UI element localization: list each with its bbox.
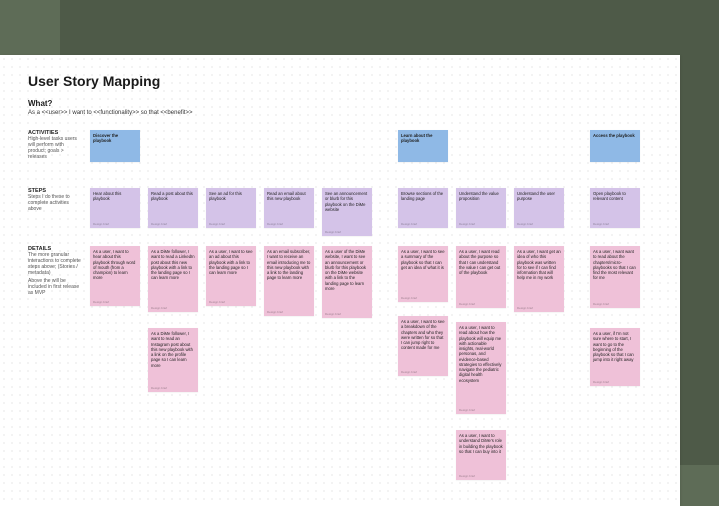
detail-card[interactable]: As a user, I want to understand DiMe's r… bbox=[456, 430, 506, 480]
detail-card[interactable]: As a user, I want to see a breakdown of … bbox=[398, 316, 448, 376]
detail-card[interactable]: As a user, I want read about the purpose… bbox=[456, 246, 506, 308]
step-card[interactable]: Understand the user purposeDesign brief bbox=[514, 188, 564, 228]
step-card[interactable]: Read a post about this playbookDesign br… bbox=[148, 188, 198, 228]
detail-card[interactable]: As a user, I want to read about how the … bbox=[456, 322, 506, 414]
step-card[interactable]: Open playbook to relevant contentDesign … bbox=[590, 188, 640, 228]
detail-card[interactable]: As a user, I want to see a summary of th… bbox=[398, 246, 448, 302]
step-card[interactable]: See an announcement or blurb for this pl… bbox=[322, 188, 372, 236]
detail-card[interactable]: As a user, if I'm not sure where to star… bbox=[590, 328, 640, 386]
step-card[interactable]: Hear about this playbookDesign brief bbox=[90, 188, 140, 228]
detail-card[interactable]: As a DiMe follower, I want to read a Lin… bbox=[148, 246, 198, 312]
step-card[interactable]: Understand the value propositionDesign b… bbox=[456, 188, 506, 228]
detail-card[interactable]: As a user, I want to hear about this pla… bbox=[90, 246, 140, 306]
page-title: User Story Mapping bbox=[28, 73, 652, 89]
activity-discover[interactable]: Discover the playbook bbox=[90, 130, 140, 162]
activity-learn[interactable]: Learn about the playbook bbox=[398, 130, 448, 162]
detail-card[interactable]: As an email subscriber, I want to receiv… bbox=[264, 246, 314, 316]
step-card[interactable]: Read an email about this new playbookDes… bbox=[264, 188, 314, 228]
detail-card[interactable]: As a DiMe follower, I want to read an In… bbox=[148, 328, 198, 392]
detail-card[interactable]: As a user, I want want to read about the… bbox=[590, 246, 640, 308]
row-label-details: DETAILS The more granular interactions t… bbox=[28, 246, 83, 297]
document-canvas: User Story Mapping What? As a <<user>> I… bbox=[0, 55, 680, 506]
detail-card[interactable]: As a user of the DiMe website, I want to… bbox=[322, 246, 372, 318]
activity-access[interactable]: Access the playbook bbox=[590, 130, 640, 162]
detail-card[interactable]: As a user, I want to see an ad about thi… bbox=[206, 246, 256, 306]
detail-card[interactable]: As a user, I want get an idea of who thi… bbox=[514, 246, 564, 312]
step-card[interactable]: Browse sections of the landing pageDesig… bbox=[398, 188, 448, 228]
row-label-steps: STEPS Steps I do these to complete activ… bbox=[28, 188, 83, 213]
row-label-activities: ACTIVITIES High-level tasks users will p… bbox=[28, 130, 83, 160]
what-body: As a <<user>> I want to <<functionality>… bbox=[28, 110, 652, 116]
what-heading: What? bbox=[28, 99, 652, 108]
step-card[interactable]: See an ad for this playbookDesign brief bbox=[206, 188, 256, 228]
